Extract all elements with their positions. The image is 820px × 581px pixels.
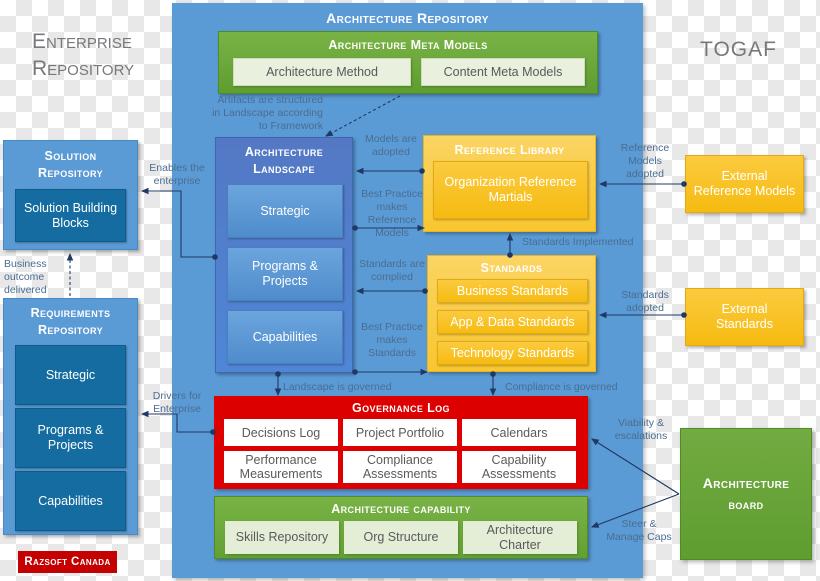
standards-chip-app-data[interactable]: App & Data Standards (437, 310, 588, 334)
connector-label-business-outcome: Business outcome delivered (4, 258, 47, 296)
razsoft-canada-logo: Razsoft Canada (18, 551, 117, 573)
solution-repository-title: Solution Repository (37, 149, 104, 180)
connector-label-compliance-governed: Compliance is governed (505, 381, 618, 393)
connector-label-artifacts-structured: Artifacts are structured in Landscape ac… (212, 94, 323, 132)
reference-library-group[interactable]: Reference Library Organization Reference… (423, 135, 596, 232)
landscape-chip-programs-projects[interactable]: Programs & Projects (227, 247, 343, 301)
diagram-canvas: Enterprise Repository TOGAF Architecture… (0, 0, 820, 581)
governance-chip-project-portfolio[interactable]: Project Portfolio (343, 419, 457, 446)
architecture-meta-models-title: Architecture Meta Models (328, 38, 488, 52)
landscape-chip-strategic[interactable]: Strategic (227, 184, 343, 238)
architecture-capability-group[interactable]: Architecture capability Skills Repositor… (214, 496, 588, 559)
connector-label-landscape-governed: Landscape is governed (283, 381, 392, 393)
connector-label-viability-escalations: Viability & escalations (614, 417, 668, 442)
governance-log-title: Governance Log (352, 400, 450, 415)
governance-chip-capability-assessments[interactable]: Capability Assessments (462, 451, 576, 483)
connector-label-standards-implemented: Standards Implemented (522, 236, 634, 248)
landscape-chip-capabilities[interactable]: Capabilities (227, 310, 343, 364)
watermark-togaf: TOGAF (700, 38, 777, 61)
architecture-capability-title: Architecture capability (331, 502, 471, 516)
external-reference-models-box[interactable]: External Reference Models (685, 155, 804, 213)
standards-title: Standards (480, 261, 543, 275)
architecture-landscape-title: Architecture Landscape (244, 145, 324, 176)
connector-label-reference-models-adopted: Reference Models adopted (620, 142, 670, 180)
capability-chip-architecture-charter[interactable]: Architecture Charter (463, 521, 577, 554)
requirements-repository-panel[interactable]: Requirements Repository Strategic Progra… (3, 298, 138, 535)
governance-chip-calendars[interactable]: Calendars (462, 419, 576, 446)
architecture-repository-title: Architecture Repository (326, 10, 489, 26)
governance-log-group[interactable]: Governance Log Decisions Log Project Por… (214, 396, 588, 489)
connector-label-best-practice-standards: Best Practice makes Standards (361, 321, 423, 359)
requirements-chip-programs-projects[interactable]: Programs & Projects (15, 408, 126, 468)
solution-repository-panel[interactable]: Solution Repository Solution Building Bl… (3, 140, 138, 250)
capability-chip-skills-repository[interactable]: Skills Repository (225, 521, 339, 554)
capability-chip-org-structure[interactable]: Org Structure (344, 521, 458, 554)
architecture-board-line2: board (728, 498, 764, 512)
governance-chip-performance-measurements[interactable]: Performance Measurements (224, 451, 338, 483)
architecture-meta-models-group[interactable]: Architecture Meta Models Architecture Me… (218, 31, 598, 94)
standards-chip-technology[interactable]: Technology Standards (437, 341, 588, 365)
requirements-chip-strategic[interactable]: Strategic (15, 345, 126, 405)
meta-chip-content-meta-models[interactable]: Content Meta Models (421, 58, 585, 86)
architecture-landscape-group[interactable]: Architecture Landscape Strategic Program… (215, 137, 353, 373)
architecture-board-box[interactable]: Architecture board (680, 428, 812, 560)
meta-chip-architecture-method[interactable]: Architecture Method (233, 58, 411, 86)
reference-library-title: Reference Library (454, 142, 565, 157)
architecture-board-line1: Architecture (702, 475, 790, 491)
connector-label-standards-adopted: Standards adopted (621, 289, 669, 314)
connector-label-standards-complied: Standards are complied (359, 258, 425, 283)
requirements-chip-capabilities[interactable]: Capabilities (15, 471, 126, 531)
standards-group[interactable]: Standards Business Standards App & Data … (427, 255, 596, 372)
connector-label-enables-enterprise: Enables the enterprise (149, 162, 205, 187)
connector-label-steer-manage-caps: Steer & Manage Caps (606, 518, 672, 543)
connector-label-best-practice-reference: Best Practice makes Reference Models (361, 188, 423, 239)
governance-chip-decisions-log[interactable]: Decisions Log (224, 419, 338, 446)
external-standards-box[interactable]: External Standards (685, 288, 804, 346)
requirements-repository-title: Requirements Repository (30, 306, 111, 337)
governance-chip-compliance-assessments[interactable]: Compliance Assessments (343, 451, 457, 483)
reference-library-chip-organization-reference-martials[interactable]: Organization Reference Martials (433, 161, 588, 219)
standards-chip-business[interactable]: Business Standards (437, 279, 588, 303)
solution-chip-solution-building-blocks[interactable]: Solution Building Blocks (15, 189, 126, 242)
connector-label-models-adopted: Models are adopted (365, 133, 417, 158)
connector-label-drivers-enterprise: Drivers for Enterprise (152, 390, 202, 415)
watermark-enterprise-repository: Enterprise Repository (32, 30, 135, 80)
